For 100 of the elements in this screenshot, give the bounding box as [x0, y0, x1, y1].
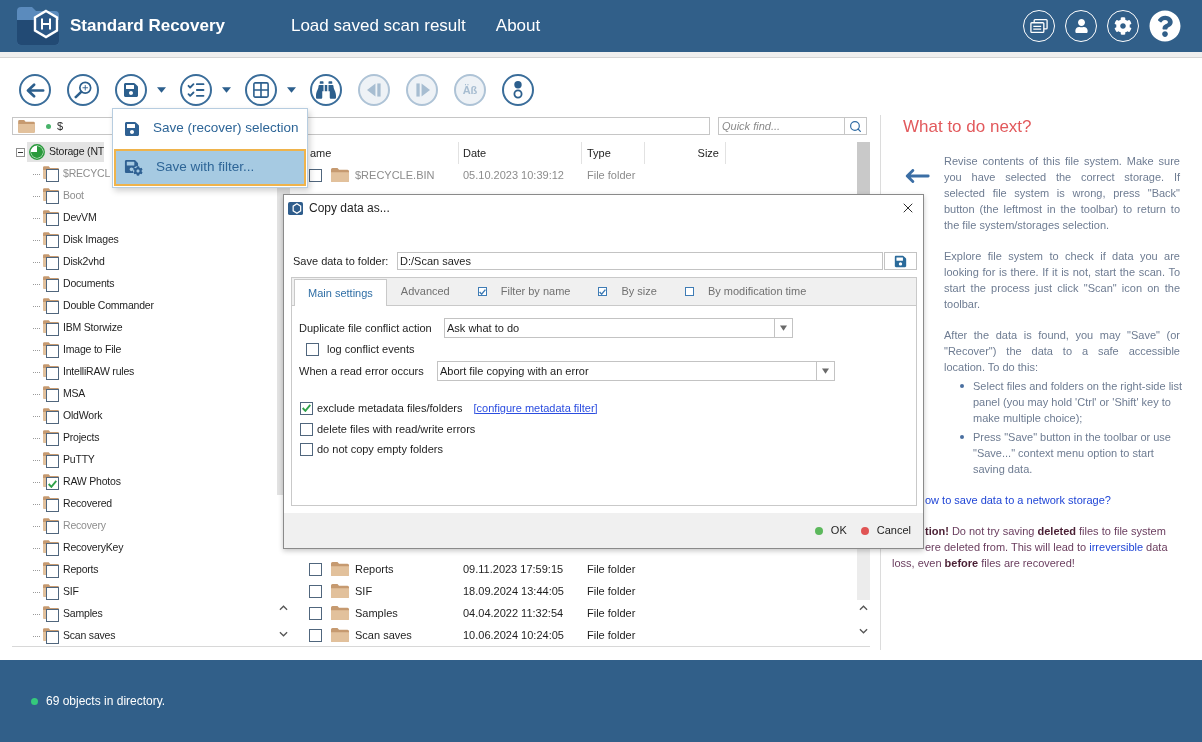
checkbox[interactable] [46, 609, 59, 622]
help-button[interactable] [1149, 10, 1181, 42]
checkbox[interactable] [300, 442, 313, 456]
tab[interactable]: Advanced [386, 278, 464, 305]
tab[interactable]: Filter by name [463, 278, 585, 305]
chevron-up-icon[interactable] [279, 605, 288, 611]
checkbox[interactable] [46, 587, 59, 600]
checkbox[interactable] [46, 235, 59, 248]
checkbox[interactable] [46, 631, 59, 644]
checkbox[interactable] [46, 499, 59, 512]
checkbox[interactable] [309, 606, 322, 620]
caret-down-icon[interactable] [222, 87, 231, 93]
checkbox[interactable] [46, 301, 59, 314]
toolbar-button[interactable] [502, 74, 534, 106]
checkbox[interactable] [46, 433, 59, 446]
tree-item[interactable]: DevVM [63, 210, 97, 226]
collapse-icon[interactable] [16, 147, 25, 157]
metadata-filter-link[interactable]: [configure metadata filter] [473, 399, 598, 417]
dropdown-field[interactable]: Abort file copying with an error [437, 361, 835, 381]
checkbox[interactable] [46, 323, 59, 336]
help-link[interactable]: ow to save data to a network storage? [925, 494, 1111, 506]
menu-item[interactable]: Save with filter... [114, 149, 306, 186]
checkbox[interactable] [46, 521, 59, 534]
folder-path-field[interactable]: D:/Scan saves [397, 252, 883, 270]
tab[interactable]: By size [584, 278, 671, 305]
save-button[interactable] [884, 252, 917, 270]
tree-node[interactable]: Storage (NT [27, 142, 104, 162]
toolbar-button[interactable] [180, 74, 212, 106]
chevron-up-icon[interactable] [859, 605, 868, 611]
search-button[interactable] [845, 117, 867, 135]
checkbox[interactable] [46, 455, 59, 468]
tree-item[interactable]: Image to File [63, 342, 122, 358]
checkbox[interactable] [46, 279, 59, 292]
file-name[interactable]: SIF [355, 582, 373, 600]
file-name[interactable]: Samples [355, 604, 398, 622]
tree-item[interactable]: MSA [63, 386, 86, 402]
tree-item[interactable]: Reports [63, 562, 99, 578]
file-name[interactable]: Scan saves [355, 626, 412, 644]
tree-item[interactable]: Disk2vhd [63, 254, 105, 270]
tree-item[interactable]: OldWork [63, 408, 103, 424]
help-icon [1149, 10, 1181, 42]
tab[interactable]: By modification time [670, 278, 821, 305]
checkbox[interactable] [46, 411, 59, 424]
column-header[interactable]: Size [645, 142, 726, 164]
checkbox[interactable] [46, 565, 59, 578]
checkbox[interactable] [46, 213, 59, 226]
checkbox[interactable] [300, 422, 313, 436]
nav-link[interactable]: Load saved scan result [290, 13, 466, 39]
checkbox[interactable] [46, 543, 59, 556]
app-title: Standard Recovery [70, 15, 225, 38]
tree-item[interactable]: Scan saves [63, 628, 116, 644]
dropdown-field[interactable]: Ask what to do [444, 318, 793, 338]
text-link[interactable]: irreversible [1089, 541, 1144, 553]
checkbox[interactable] [46, 257, 59, 270]
checkbox[interactable] [309, 168, 322, 182]
checkbox[interactable] [46, 345, 59, 358]
dialog-button[interactable]: OK [814, 522, 847, 539]
checkbox[interactable] [309, 584, 322, 598]
tree-item[interactable]: IntelliRAW rules [63, 364, 135, 380]
tree-item[interactable]: RecoveryKey [63, 540, 124, 556]
caret-down-icon[interactable] [287, 87, 296, 93]
tree-item[interactable]: PuTTY [63, 452, 95, 468]
toolbar-button[interactable] [67, 74, 99, 106]
checkbox[interactable] [46, 477, 59, 490]
chevron-down-icon[interactable] [859, 628, 868, 634]
tree-item[interactable]: SIF [63, 584, 79, 600]
toolbar-button[interactable] [310, 74, 342, 106]
checkbox[interactable] [46, 367, 59, 380]
checkbox[interactable] [46, 191, 59, 204]
column-header[interactable]: Date [459, 142, 582, 164]
tree-item[interactable]: RAW Photos [63, 474, 121, 490]
column-header[interactable]: Type [582, 142, 645, 164]
tree-item[interactable]: Documents [63, 276, 115, 292]
nav-link[interactable]: About [495, 13, 541, 39]
checkbox[interactable] [309, 562, 322, 576]
toolbar-button[interactable] [245, 74, 277, 106]
checkbox[interactable] [306, 342, 319, 356]
tree-item[interactable]: Samples [63, 606, 103, 622]
caret-down-icon[interactable] [157, 87, 166, 93]
tree-item[interactable]: Disk Images [63, 232, 119, 248]
file-name[interactable]: $RECYCLE.BIN [355, 166, 435, 184]
tree-item[interactable]: IBM Storwize [63, 320, 123, 336]
chevron-down-icon[interactable] [279, 631, 288, 637]
checkbox[interactable] [46, 169, 59, 182]
tree-item[interactable]: Projects [63, 430, 100, 446]
quick-find-field[interactable]: Quick find... [718, 117, 845, 135]
checkbox[interactable] [477, 287, 487, 296]
toolbar-button[interactable] [115, 74, 147, 106]
checkbox[interactable] [300, 401, 313, 415]
dialog-button[interactable]: Cancel [860, 522, 911, 539]
tree-item[interactable]: Double Commander [63, 298, 154, 314]
tab[interactable]: Main settings [294, 279, 387, 306]
caret-down-icon [822, 368, 829, 374]
checkbox[interactable] [598, 287, 608, 296]
checkbox[interactable] [46, 389, 59, 402]
checkbox[interactable] [309, 628, 322, 642]
back-button[interactable] [19, 74, 51, 106]
checkbox[interactable] [684, 287, 694, 296]
file-name[interactable]: Reports [355, 560, 394, 578]
tree-item[interactable]: Recovered [63, 496, 112, 512]
